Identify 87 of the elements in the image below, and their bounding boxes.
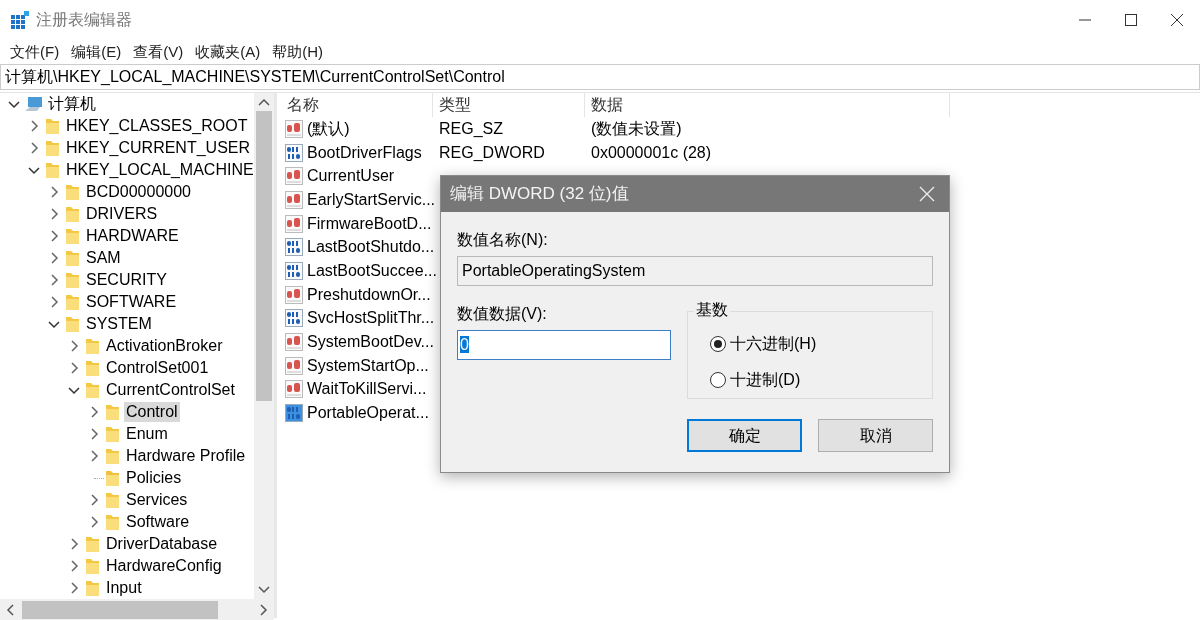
radio-label[interactable]: 十六进制(H) xyxy=(730,332,817,356)
tree-item[interactable]: DriverDatabase xyxy=(104,534,220,554)
value-name[interactable]: CurrentUser xyxy=(303,165,395,188)
value-name[interactable]: EarlyStartServic... xyxy=(303,188,436,211)
tree-item[interactable]: SECURITY xyxy=(84,270,169,290)
tree-item[interactable]: HKEY_CURRENT_USER xyxy=(64,138,253,158)
menu-item[interactable]: 帮助(H) xyxy=(266,40,329,64)
folder-icon xyxy=(84,534,102,554)
folder-icon xyxy=(104,424,122,444)
tree-item[interactable]: HardwareConfig xyxy=(104,556,224,576)
tree-item[interactable]: Enum xyxy=(124,424,170,444)
folder-icon xyxy=(64,204,82,224)
radio-button[interactable] xyxy=(710,336,726,352)
folder-icon xyxy=(104,512,122,532)
value-name[interactable]: BootDriverFlags xyxy=(303,141,422,164)
tree-item[interactable]: ActivationBroker xyxy=(104,336,225,356)
folder-icon xyxy=(104,490,122,510)
app-grid-icon xyxy=(10,10,30,30)
tree-item[interactable]: Input xyxy=(104,578,144,598)
folder-icon xyxy=(84,578,102,598)
tree-item[interactable]: 计算机 xyxy=(46,94,98,114)
field-label: 数值名称(N): xyxy=(457,230,549,250)
value-name[interactable]: (默认) xyxy=(303,117,350,140)
folder-icon xyxy=(44,160,62,180)
tree-item[interactable]: Control xyxy=(124,402,180,422)
folder-icon xyxy=(64,182,82,202)
value-name[interactable]: LastBootSuccee... xyxy=(303,259,437,282)
tree-item[interactable]: HARDWARE xyxy=(84,226,181,246)
tree-item[interactable]: BCD00000000 xyxy=(84,182,193,202)
computer-icon xyxy=(24,94,44,114)
tree-item[interactable]: Policies xyxy=(124,468,184,488)
menu-item[interactable]: 编辑(E) xyxy=(65,40,128,64)
address-bar[interactable]: 计算机\HKEY_LOCAL_MACHINE\SYSTEM\CurrentControlSet\Control xyxy=(0,64,1200,90)
tree-item[interactable]: SAM xyxy=(84,248,123,268)
input-field[interactable]: 0 xyxy=(457,330,671,360)
tree-item[interactable]: SOFTWARE xyxy=(84,292,179,312)
folder-icon xyxy=(104,468,122,488)
folder-icon xyxy=(64,248,82,268)
folder-icon xyxy=(64,314,82,334)
value-name[interactable]: SvcHostSplitThr... xyxy=(303,307,435,330)
folder-icon xyxy=(64,292,82,312)
folder-icon xyxy=(64,270,82,290)
folder-icon xyxy=(84,556,102,576)
tree-item[interactable]: ControlSet001 xyxy=(104,358,211,378)
tree-item[interactable]: CurrentControlSet xyxy=(104,380,237,400)
folder-icon xyxy=(44,138,62,158)
value-name[interactable]: LastBootShutdo... xyxy=(303,236,435,259)
value-name[interactable]: PortableOperat... xyxy=(303,402,429,425)
window-title: 注册表编辑器 xyxy=(36,10,133,30)
menu-item[interactable]: 文件(F) xyxy=(4,40,66,64)
folder-icon xyxy=(104,446,122,466)
tree-item[interactable]: HKEY_LOCAL_MACHINE xyxy=(64,160,254,180)
radio-button[interactable] xyxy=(710,372,726,388)
field-label: 数值数据(V): xyxy=(457,304,548,324)
folder-icon xyxy=(104,402,122,422)
column-header[interactable]: 数据 xyxy=(585,93,950,117)
folder-icon xyxy=(84,336,102,356)
tree-item[interactable]: SYSTEM xyxy=(84,314,154,334)
folder-icon xyxy=(64,226,82,246)
tree-item[interactable]: HKEY_CLASSES_ROOT xyxy=(64,116,250,136)
cancel-button[interactable]: 取消 xyxy=(818,419,933,452)
column-header[interactable]: 类型 xyxy=(433,93,585,117)
ok-button[interactable]: 确定 xyxy=(687,419,802,452)
radio-label[interactable]: 十进制(D) xyxy=(730,368,801,392)
dialog-title: 编辑 DWORD (32 位)值 xyxy=(450,183,630,206)
value-name[interactable]: SystemBootDev... xyxy=(303,331,434,354)
menu-item[interactable]: 收藏夹(A) xyxy=(189,40,267,64)
column-header[interactable]: 名称 xyxy=(281,93,433,117)
menu-item[interactable]: 查看(V) xyxy=(127,40,190,64)
tree-item[interactable]: Software xyxy=(124,512,192,532)
vertical-scrollbar[interactable] xyxy=(254,93,274,599)
value-data: (数值未设置) xyxy=(590,119,682,137)
input-field[interactable]: PortableOperatingSystem xyxy=(457,256,933,286)
folder-icon xyxy=(84,358,102,378)
folder-icon xyxy=(84,380,102,400)
tree-item[interactable]: DRIVERS xyxy=(84,204,160,224)
value-name[interactable]: PreshutdownOr... xyxy=(303,283,431,306)
value-name[interactable]: FirmwareBootD... xyxy=(303,212,432,235)
value-type: REG_SZ xyxy=(438,119,503,137)
value-data: 0x0000001c (28) xyxy=(590,143,712,161)
tree-item[interactable]: Hardware Profile xyxy=(124,446,248,466)
value-name[interactable]: WaitToKillServi... xyxy=(303,378,427,401)
tree-item[interactable]: Services xyxy=(124,490,190,510)
value-name[interactable]: SystemStartOp... xyxy=(303,354,429,377)
value-type: REG_DWORD xyxy=(438,143,545,161)
horizontal-scrollbar[interactable] xyxy=(0,599,274,620)
folder-icon xyxy=(44,116,62,136)
